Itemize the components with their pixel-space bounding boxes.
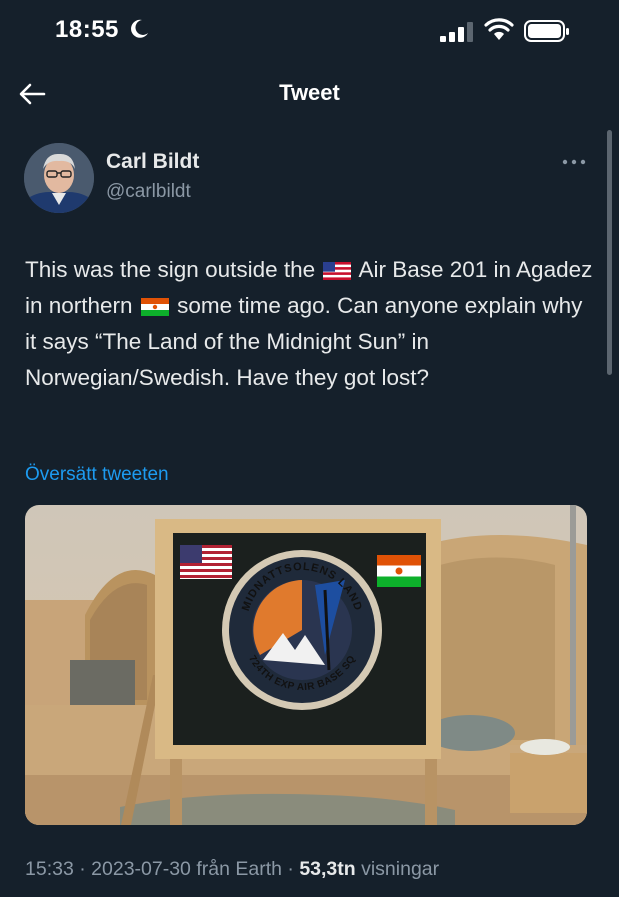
wifi-icon [484,18,514,40]
view-count[interactable]: 53,3tn [299,858,355,880]
page-title: Tweet [279,80,340,105]
tweet-image[interactable]: MIDNATTSOLENS LAND 724TH EXP AIR BASE SQ [25,505,587,825]
status-time: 18:55 [55,16,119,43]
cellular-signal-icon [440,22,473,42]
views-label: visningar [361,858,440,880]
us-flag-icon [323,262,352,280]
sign-photo: MIDNATTSOLENS LAND 724TH EXP AIR BASE SQ [25,505,587,825]
tweet-time: 15:33 [25,858,74,880]
tweet-source[interactable]: Earth [235,858,282,880]
status-bar: 18:55 [0,0,619,64]
source-prefix: från [196,858,230,880]
author-handle[interactable]: @carlbildt [106,181,191,203]
tweet-date: 2023-07-30 [91,858,191,880]
avatar-photo [24,143,94,213]
scrollbar[interactable] [607,130,612,375]
tweet-metadata: 15:33 · 2023-07-30 från Earth · 53,3tn v… [25,858,440,880]
moon-icon [131,19,148,38]
author-name[interactable]: Carl Bildt [106,150,199,174]
top-nav: Tweet [0,66,619,124]
tweet-text-part: This was the sign outside the [25,257,316,282]
tweet-text: This was the sign outside the Air Base 2… [25,252,595,396]
more-options-icon[interactable] [560,152,588,172]
battery-icon [524,20,569,42]
niger-flag-icon [140,298,169,316]
translate-tweet-link[interactable]: Översätt tweeten [25,464,169,486]
avatar[interactable] [24,143,94,213]
